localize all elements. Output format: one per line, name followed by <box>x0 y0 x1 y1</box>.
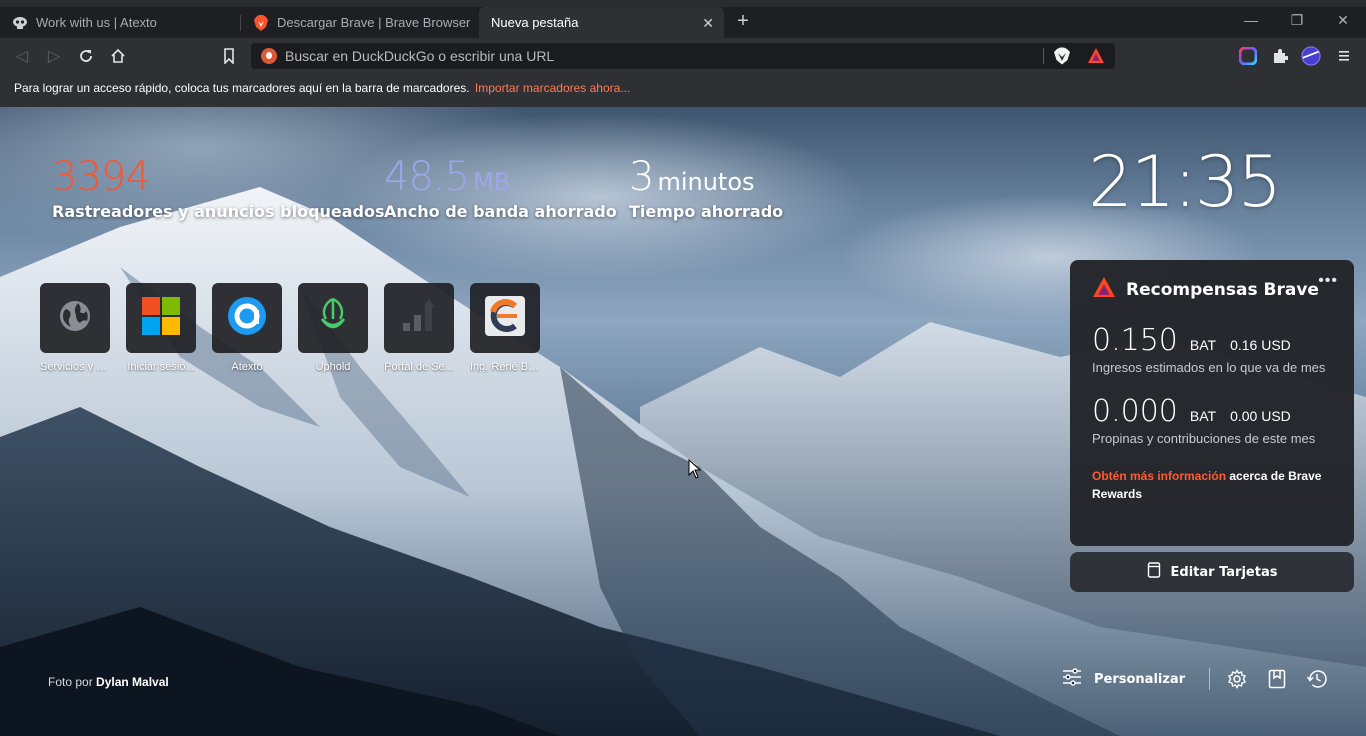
trackers-label: Rastreadores y anuncios bloqueados <box>52 202 385 221</box>
bandwidth-stat: 48.5 MB Ancho de banda ahorrado <box>384 154 617 221</box>
top-site-label: Portal de Se... <box>384 361 454 373</box>
bandwidth-label: Ancho de banda ahorrado <box>384 202 617 221</box>
footer-tools: Personalizar <box>1062 667 1346 691</box>
top-site-tile[interactable]: Iniciar sesió... <box>126 283 196 373</box>
color-picker-extension-icon[interactable] <box>1238 46 1258 66</box>
more-options-icon[interactable]: ••• <box>1318 272 1338 290</box>
bookmarks-manager-icon[interactable] <box>1266 668 1288 690</box>
earnings-usd: 0.16 USD <box>1230 337 1291 353</box>
toolbar: ◁ ▷ <box>0 38 1366 74</box>
time-value: 3 <box>629 154 654 200</box>
tab-new-tab[interactable]: Nueva pestaña ✕ <box>479 7 724 38</box>
top-site-tile[interactable]: Uphold <box>298 283 368 373</box>
personalize-button[interactable]: Personalizar <box>1062 668 1185 690</box>
back-icon[interactable]: ◁ <box>12 46 32 66</box>
restore-icon[interactable]: ❐ <box>1287 12 1307 29</box>
tips-amount: 0.000 <box>1092 394 1178 429</box>
mouse-cursor-icon <box>688 458 702 484</box>
microsoft-icon <box>142 296 180 340</box>
menu-icon[interactable] <box>1334 46 1354 66</box>
earnings-currency: BAT <box>1189 337 1217 353</box>
tab-brave-download[interactable]: Descargar Brave | Brave Browser <box>241 7 479 38</box>
brave-rewards-icon[interactable] <box>1087 47 1105 65</box>
url-divider <box>1043 48 1044 64</box>
brave-lion-icon <box>253 14 269 31</box>
tips-usd: 0.00 USD <box>1230 408 1291 424</box>
learn-more-link[interactable]: Obtén más información <box>1092 469 1226 483</box>
clock: 21:35 <box>1088 141 1282 223</box>
edit-cards-icon <box>1147 562 1161 582</box>
top-site-tile[interactable]: Portal de Se... <box>384 283 454 373</box>
extensions-puzzle-icon[interactable] <box>1270 46 1290 66</box>
earnings-label: Ingresos estimados en lo que va de mes <box>1092 360 1326 375</box>
time-label: Tiempo ahorrado <box>629 202 784 221</box>
rewards-info: Obtén más información acerca de Brave Re… <box>1092 467 1332 503</box>
search-input[interactable] <box>285 43 1045 69</box>
bandwidth-value: 48.5 <box>384 154 470 200</box>
photo-credit: Foto por Dylan Malval <box>48 675 169 689</box>
reload-icon[interactable] <box>76 46 96 66</box>
globe-icon <box>58 299 92 338</box>
tips-row: 0.000 BAT 0.00 USD <box>1092 394 1332 429</box>
trackers-stat: 3394 Rastreadores y anuncios bloqueados <box>52 154 385 221</box>
photo-credit-prefix: Foto por <box>48 675 97 689</box>
top-site-label: Ing. René Blas <box>470 361 540 373</box>
brave-rewards-card: Recompensas Brave ••• 0.150 BAT 0.16 USD… <box>1070 260 1354 546</box>
c-logo-icon <box>485 295 525 341</box>
bookmarks-hint: Para lograr un acceso rápido, coloca tus… <box>14 81 470 95</box>
window-close-icon[interactable]: ✕ <box>1333 12 1353 29</box>
forward-icon[interactable]: ▷ <box>44 46 64 66</box>
photo-credit-author[interactable]: Dylan Malval <box>96 675 169 689</box>
earnings-row: 0.150 BAT 0.16 USD <box>1092 323 1332 358</box>
uphold-icon <box>316 297 350 340</box>
bookmarks-bar: Para lograr un acceso rápido, coloca tus… <box>0 74 1366 107</box>
tab-title: Descargar Brave | Brave Browser <box>277 15 471 30</box>
tab-atexto[interactable]: Work with us | Atexto <box>0 7 240 38</box>
settings-gear-icon[interactable] <box>1226 668 1248 690</box>
edit-cards-label: Editar Tarjetas <box>1170 564 1278 580</box>
home-icon[interactable] <box>108 46 128 66</box>
tips-currency: BAT <box>1189 408 1217 424</box>
top-site-label: Uphold <box>315 361 351 373</box>
bars-icon <box>401 298 437 338</box>
history-icon[interactable] <box>1306 668 1328 690</box>
brave-rewards-icon <box>1092 276 1116 303</box>
profile-avatar-icon[interactable] <box>1301 46 1321 66</box>
tips-label: Propinas y contribuciones de este mes <box>1092 431 1316 446</box>
top-sites: Servicios y T... Iniciar sesió... Atexto… <box>40 283 540 373</box>
top-site-label: Servicios y T... <box>40 361 110 373</box>
brave-shields-icon[interactable] <box>1053 47 1071 65</box>
bookmark-icon[interactable] <box>219 46 239 66</box>
top-site-tile[interactable]: Atexto <box>212 283 282 373</box>
earnings-amount: 0.150 <box>1092 323 1178 358</box>
new-tab-page: 3394 Rastreadores y anuncios bloqueados … <box>0 107 1366 736</box>
minimize-icon[interactable]: — <box>1241 12 1261 28</box>
top-site-tile[interactable]: Ing. René Blas <box>470 283 540 373</box>
import-bookmarks-link[interactable]: Importar marcadores ahora... <box>475 81 630 95</box>
trackers-count: 3394 <box>52 154 151 200</box>
sliders-icon <box>1062 668 1082 690</box>
bandwidth-unit: MB <box>473 168 511 196</box>
rewards-title: Recompensas Brave <box>1126 279 1319 300</box>
tab-title: Work with us | Atexto <box>36 15 157 30</box>
edit-cards-button[interactable]: Editar Tarjetas <box>1070 552 1354 592</box>
new-tab-button[interactable]: + <box>733 11 753 32</box>
url-bar[interactable] <box>251 43 1115 69</box>
tab-strip: Work with us | Atexto Descargar Brave | … <box>0 0 1366 38</box>
footer-divider <box>1209 668 1211 690</box>
atexto-icon <box>227 296 267 341</box>
top-site-label: Atexto <box>231 361 263 373</box>
personalize-label: Personalizar <box>1094 671 1186 687</box>
duckduckgo-icon <box>261 48 277 64</box>
atexto-mask-icon <box>12 15 28 31</box>
close-tab-icon[interactable]: ✕ <box>702 15 714 32</box>
top-site-label: Iniciar sesió... <box>127 361 195 373</box>
tab-title: Nueva pestaña <box>491 15 579 30</box>
top-site-tile[interactable]: Servicios y T... <box>40 283 110 373</box>
time-unit: minutos <box>657 168 755 196</box>
time-stat: 3 minutos Tiempo ahorrado <box>629 154 783 221</box>
